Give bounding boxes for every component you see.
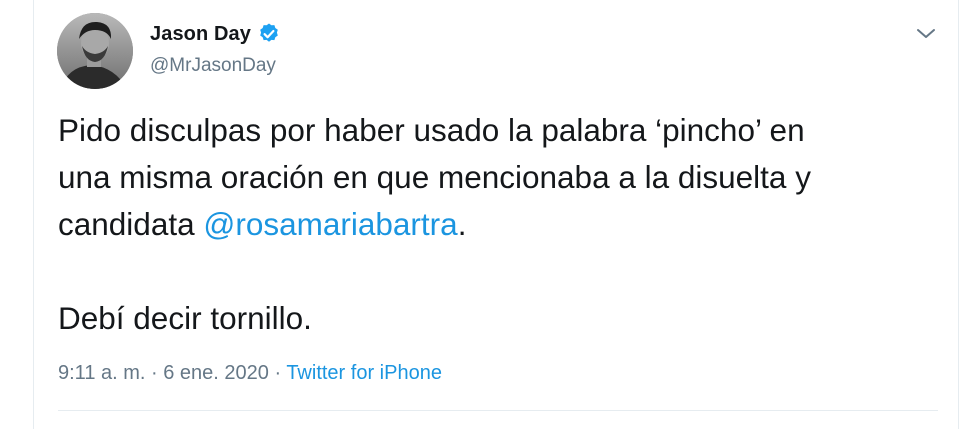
tweet-line-1: Pido disculpas por haber usado la palabr…	[58, 112, 805, 148]
verified-badge-icon	[257, 22, 281, 46]
tweet-date[interactable]: 6 ene. 2020	[163, 362, 269, 384]
tweet-card: Jason Day @MrJasonDay Pido disculpas por…	[0, 0, 980, 429]
card-left-border	[33, 0, 34, 429]
tweet-text: Pido disculpas por haber usado la palabr…	[58, 107, 938, 342]
chevron-down-icon[interactable]	[912, 22, 940, 44]
tweet-meta: 9:11 a. m. · 6 ene. 2020 · Twitter for i…	[58, 362, 442, 385]
meta-separator-2: ·	[268, 362, 287, 384]
tweet-time[interactable]: 9:11 a. m.	[58, 362, 145, 384]
author-name-row: Jason Day	[150, 22, 281, 46]
mention-link[interactable]: @rosamariabartra	[203, 206, 457, 242]
handle[interactable]: @MrJasonDay	[150, 55, 276, 77]
card-right-border	[958, 0, 959, 429]
tweet-line-2: una misma oración en que mencionaba a la…	[58, 159, 811, 195]
display-name[interactable]: Jason Day	[150, 23, 251, 46]
tweet-line-3-suffix: .	[457, 206, 467, 242]
divider	[58, 410, 938, 411]
tweet-line-4: Debí decir tornillo.	[58, 300, 312, 336]
tweet-line-3-prefix: candidata	[58, 206, 204, 242]
avatar[interactable]	[57, 13, 133, 89]
tweet-source-link[interactable]: Twitter for iPhone	[286, 362, 442, 384]
meta-separator-1: ·	[145, 362, 164, 384]
